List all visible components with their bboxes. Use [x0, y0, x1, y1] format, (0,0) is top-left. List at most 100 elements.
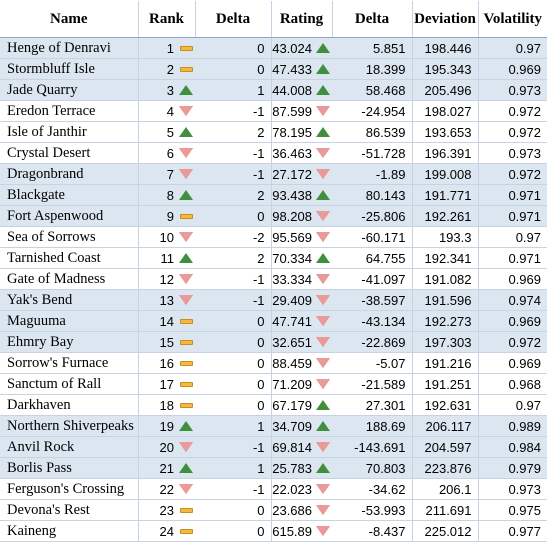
column-header-volatility[interactable]: Volatility — [478, 1, 547, 38]
cell-volatility: 0.973 — [478, 79, 547, 101]
rating-value: 1533.334 — [271, 271, 312, 287]
table-row[interactable]: Northern Shiverpeaks 19 11334.709 188.69206… — [0, 415, 547, 437]
rank-value: 14 — [159, 313, 174, 329]
rank-value: 23 — [159, 502, 174, 518]
cell-rank-delta: -1 — [195, 100, 272, 122]
table-row[interactable]: Ferguson's Crossing 22 -11022.023 -34.62206… — [0, 478, 547, 500]
triangle-up-icon — [314, 419, 332, 433]
cell-rank-delta: 1 — [195, 415, 272, 437]
table-row[interactable]: Stormbluff Isle 2 02047.433 18.399195.3430.… — [0, 58, 547, 80]
cell-deviation: 196.391 — [412, 142, 479, 164]
cell-rating: 1125.783 — [271, 457, 332, 479]
cell-rating: 1693.438 — [271, 184, 332, 206]
rating-value: 1736.463 — [271, 145, 312, 161]
table-row[interactable]: Gate of Madness 12 -11533.334 -41.097191.08… — [0, 268, 547, 290]
table-row[interactable]: Sanctum of Rall 17 01371.209 -21.589191.251… — [0, 373, 547, 395]
column-header-rating-delta[interactable]: Delta — [332, 1, 413, 38]
triangle-down-icon — [177, 272, 195, 286]
rating-value: 1987.599 — [271, 103, 312, 119]
table-row[interactable]: Tarnished Coast 11 21570.334 64.755192.3410… — [0, 247, 547, 269]
triangle-up-icon — [177, 125, 195, 139]
triangle-down-icon — [314, 503, 332, 517]
cell-deviation: 205.496 — [412, 79, 479, 101]
table-row[interactable]: Kaineng 24 0 615.89 -8.437 225.012 0.977 — [0, 520, 547, 542]
cell-rank: 19 — [138, 415, 195, 437]
cell-world-name: Borlis Pass — [0, 457, 139, 479]
cell-rank: 18 — [138, 394, 195, 416]
table-row[interactable]: Fort Aspenwood 9 01598.208 -25.806192.2610.… — [0, 205, 547, 227]
rating-value: 723.686 — [271, 502, 312, 518]
dash-icon — [177, 377, 195, 391]
table-row[interactable]: Maguuma 14 01447.741 -43.134192.2730.969 — [0, 310, 547, 332]
rank-value: 10 — [159, 229, 174, 245]
cell-volatility: 0.984 — [478, 436, 547, 458]
cell-rank-delta: 2 — [195, 121, 272, 143]
rating-value: 1447.741 — [271, 313, 312, 329]
cell-rank: 23 — [138, 499, 195, 521]
table-row[interactable]: Jade Quarry 3 12044.008 58.468205.4960.973 — [0, 79, 547, 101]
cell-volatility: 0.969 — [478, 268, 547, 290]
table-row[interactable]: Darkhaven 18 01367.179 27.301192.6310.97 — [0, 394, 547, 416]
cell-world-name: Crystal Desert — [0, 142, 139, 164]
cell-volatility: 0.972 — [478, 331, 547, 353]
rank-value: 13 — [159, 292, 174, 308]
cell-deviation: 193.3 — [412, 226, 479, 248]
column-header-rank-delta[interactable]: Delta — [195, 1, 272, 38]
column-header-rating[interactable]: Rating — [271, 1, 333, 38]
table-row[interactable]: Blackgate 8 21693.438 80.143191.7710.971 — [0, 184, 547, 206]
rating-value: 1595.569 — [271, 229, 312, 245]
cell-volatility: 0.969 — [478, 352, 547, 374]
column-header-deviation[interactable]: Deviation — [412, 1, 479, 38]
table-row[interactable]: Anvil Rock 20 -11169.814 -143.691204.5970.9… — [0, 436, 547, 458]
triangle-down-icon — [314, 314, 332, 328]
cell-rating-delta: -60.171 — [332, 226, 413, 248]
table-row[interactable]: Sorrow's Furnace 16 01388.459 -5.07191.2160… — [0, 352, 547, 374]
cell-world-name: Jade Quarry — [0, 79, 139, 101]
table-row[interactable]: Isle of Janthir 5 21778.195 86.539193.6530.… — [0, 121, 547, 143]
cell-rank: 22 — [138, 478, 195, 500]
cell-deviation: 192.261 — [412, 205, 479, 227]
triangle-down-icon — [314, 524, 332, 538]
column-header-rank[interactable]: Rank — [138, 1, 196, 38]
table-row[interactable]: Eredon Terrace 4 -11987.599 -24.954198.0270… — [0, 100, 547, 122]
header-row: Name Rank Delta Rating Delta Deviation V… — [0, 1, 547, 38]
table-row[interactable]: Devona's Rest 23 0723.686 -53.993211.6910.9… — [0, 499, 547, 521]
table-row[interactable]: Yak's Bend 13 -11529.409 -38.597191.5960.97… — [0, 289, 547, 311]
cell-deviation: 225.012 — [412, 520, 479, 542]
triangle-up-icon — [314, 62, 332, 76]
cell-rank-delta: 1 — [195, 79, 272, 101]
dash-icon — [177, 335, 195, 349]
rank-value: 24 — [159, 523, 174, 539]
cell-rating: 1529.409 — [271, 289, 332, 311]
cell-rank: 24 — [138, 520, 195, 542]
triangle-up-icon — [314, 461, 332, 475]
rating-value: 2143.024 — [271, 40, 312, 56]
dash-icon — [177, 209, 195, 223]
table-row[interactable]: Sea of Sorrows 10 -21595.569 -60.171193.30.… — [0, 226, 547, 248]
cell-rating-delta: -41.097 — [332, 268, 413, 290]
table-row[interactable]: Crystal Desert 6 -11736.463 -51.728196.3910… — [0, 142, 547, 164]
cell-deviation: 199.008 — [412, 163, 479, 185]
column-header-name[interactable]: Name — [0, 1, 139, 38]
cell-rank: 1 — [138, 37, 195, 59]
table-row[interactable]: Dragonbrand 7 -11727.172 -1.89199.0080.972 — [0, 163, 547, 185]
cell-rank: 13 — [138, 289, 195, 311]
triangle-down-icon — [177, 146, 195, 160]
triangle-down-icon — [177, 293, 195, 307]
cell-rank: 14 — [138, 310, 195, 332]
table-row[interactable]: Borlis Pass 21 11125.783 70.803223.8760.979 — [0, 457, 547, 479]
table-row[interactable]: Ehmry Bay 15 01432.651 -22.869197.3030.972 — [0, 331, 547, 353]
cell-deviation: 191.771 — [412, 184, 479, 206]
rank-value: 11 — [160, 250, 175, 266]
triangle-down-icon — [177, 104, 195, 118]
cell-world-name: Sea of Sorrows — [0, 226, 139, 248]
rank-value: 5 — [166, 124, 174, 140]
triangle-down-icon — [314, 230, 332, 244]
cell-deviation: 195.343 — [412, 58, 479, 80]
rank-value: 4 — [166, 103, 174, 119]
cell-deviation: 193.653 — [412, 121, 479, 143]
rank-value: 17 — [159, 376, 174, 392]
table-row[interactable]: Henge of Denravi 1 02143.024 5.851198.4460.… — [0, 37, 547, 59]
cell-rating: 1334.709 — [271, 415, 332, 437]
cell-rank-delta: 0 — [195, 37, 272, 59]
